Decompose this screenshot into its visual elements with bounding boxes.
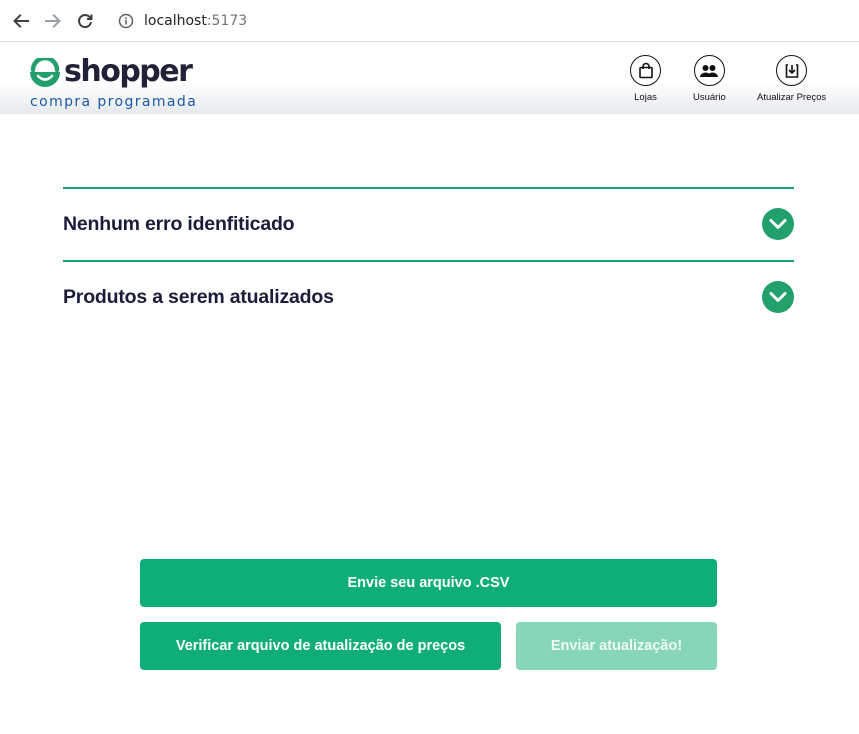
url-port: :5173 [206,12,248,29]
reload-button[interactable] [73,9,97,33]
logo-wordmark: shopper [64,54,193,89]
nav-label: Usuário [693,92,726,103]
accordion-errors[interactable]: Nenhum erro idenfiticado [63,187,794,259]
forward-button[interactable] [41,9,65,33]
chevron-down-icon [762,281,794,313]
chevron-down-icon [762,208,794,240]
reload-icon [78,14,93,29]
nav-atualizar-precos[interactable]: Atualizar Preços [757,55,826,103]
browser-toolbar: localhost:5173 [0,0,859,42]
verify-file-button[interactable]: Verificar arquivo de atualização de preç… [140,622,501,670]
nav-usuario[interactable]: Usuário [693,55,726,103]
arrow-left-icon [13,14,29,28]
nav-label: Lojas [634,92,657,103]
shopping-bag-icon [638,62,653,79]
download-icon [785,63,798,78]
upload-csv-button[interactable]: Envie seu arquivo .CSV [140,559,717,607]
users-icon [700,64,719,77]
accordion-title: Nenhum erro idenfiticado [63,212,295,235]
app-header: shopper compra programada Lojas Usuário … [0,42,859,114]
logo-tagline: compra programada [30,94,198,110]
shopper-logo[interactable]: shopper compra programada [29,50,209,110]
nav-lojas-circle [630,55,661,86]
back-button[interactable] [9,9,33,33]
nav-usuario-circle [693,55,725,86]
arrow-right-icon [45,14,61,28]
nav-lojas[interactable]: Lojas [630,55,661,103]
nav-label: Atualizar Preços [757,92,827,103]
accordion-products[interactable]: Produtos a serem atualizados [63,260,794,332]
shopper-basket-icon [30,58,60,87]
info-icon [118,13,134,28]
address-bar[interactable]: localhost:5173 [106,5,851,36]
send-update-button[interactable]: Enviar atualização! [516,622,717,670]
url-host: localhost [144,12,207,29]
nav-atualizar-circle [776,55,808,86]
accordion-title: Produtos a serem atualizados [63,285,334,308]
